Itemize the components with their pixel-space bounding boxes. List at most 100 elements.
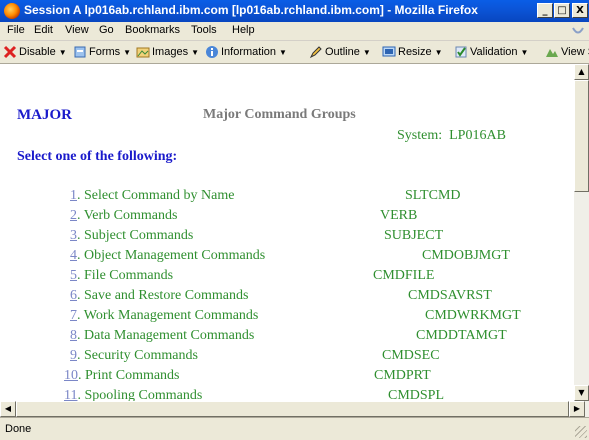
option-label: . Security Commands [77, 348, 198, 363]
outline-label: Outline [325, 46, 360, 58]
images-icon [136, 47, 150, 58]
option-command: CMDOBJMGT [422, 248, 510, 263]
menu-file[interactable]: File [7, 24, 25, 36]
option-number-link[interactable]: 11 [64, 388, 77, 401]
option-command: CMDSPL [388, 388, 445, 401]
option-row: 10. Print Commands [64, 368, 180, 384]
option-row: 6. Save and Restore Commands [70, 288, 248, 304]
system-label: System: [397, 128, 443, 143]
menu-edit[interactable]: Edit [34, 24, 53, 36]
panel-id: MAJOR [17, 107, 72, 123]
menu-go[interactable]: Go [99, 24, 114, 36]
option-number-link[interactable]: 10 [64, 368, 78, 383]
chevron-down-icon: ▼ [123, 47, 132, 57]
information-icon [206, 46, 218, 58]
throbber-icon [572, 27, 584, 34]
status-bar: Done [0, 417, 589, 440]
web-developer-toolbar: Disable ▼ Forms ▼ Images ▼ Information ▼ Out… [0, 41, 589, 64]
option-label: . Print Commands [78, 368, 180, 383]
option-row: 4. Object Management Commands [70, 248, 265, 264]
option-label: . Object Management Commands [77, 248, 266, 263]
outline-menu[interactable]: Outline ▼ [309, 45, 371, 59]
option-command: CMDSEC [382, 348, 440, 363]
horizontal-scroll-thumb[interactable] [16, 401, 569, 417]
option-number-link[interactable]: 1 [70, 188, 77, 203]
vertical-scroll-thumb[interactable] [574, 80, 589, 192]
option-number-link[interactable]: 4 [70, 248, 77, 263]
option-number-link[interactable]: 5 [70, 268, 77, 283]
menu-view[interactable]: View [65, 24, 89, 36]
horizontal-scrollbar[interactable]: ◀ ▶ [0, 401, 589, 417]
close-button[interactable]: X [572, 3, 588, 18]
menu-tools[interactable]: Tools [191, 24, 217, 36]
chevron-down-icon: ▼ [279, 47, 287, 57]
select-prompt: Select one of the following: [17, 149, 178, 164]
system-info: System: LP016AB [397, 128, 506, 144]
option-number-link[interactable]: 8 [70, 328, 77, 343]
chevron-down-icon: ▼ [520, 47, 529, 57]
scroll-up-button[interactable]: ▲ [574, 64, 589, 80]
page-content: MAJOR Major Command Groups System: LP016… [0, 64, 574, 401]
forms-menu[interactable]: Forms ▼ [73, 45, 131, 59]
disable-menu[interactable]: Disable ▼ [3, 45, 67, 59]
option-command: CMDSAVRST [408, 288, 492, 303]
chevron-down-icon: ▼ [191, 47, 199, 57]
pencil-icon [309, 46, 322, 59]
scroll-down-button[interactable]: ▼ [574, 385, 589, 401]
images-menu[interactable]: Images ▼ [136, 45, 199, 59]
option-label: . File Commands [77, 268, 174, 283]
validation-menu[interactable]: Validation ▼ [454, 45, 528, 59]
option-row: 11. Spooling Commands [64, 388, 202, 401]
panel-title: Major Command Groups [203, 107, 356, 122]
vertical-scrollbar[interactable]: ▲ ▼ [574, 64, 589, 401]
option-row: 8. Data Management Commands [70, 328, 254, 344]
resize-icon [382, 46, 396, 57]
firefox-icon [4, 3, 20, 19]
option-label: . Spooling Commands [77, 388, 203, 401]
option-row: 5. File Commands [70, 268, 173, 284]
view-source-icon [546, 49, 558, 57]
option-command: VERB [380, 208, 418, 223]
information-label: Information [221, 46, 277, 58]
option-label: . Select Command by Name [77, 188, 235, 203]
resize-grip-icon[interactable] [575, 426, 587, 438]
menu-bookmarks[interactable]: Bookmarks [125, 24, 180, 36]
option-command: CMDPRT [374, 368, 431, 383]
scroll-left-button[interactable]: ◀ [0, 401, 16, 417]
view-source-menu[interactable]: View S [545, 45, 589, 59]
option-row: 1. Select Command by Name [70, 188, 234, 204]
option-number-link[interactable]: 2 [70, 208, 77, 223]
option-label: . Subject Commands [77, 228, 194, 243]
option-label: . Data Management Commands [77, 328, 255, 343]
option-command: CMDDTAMGT [416, 328, 507, 343]
option-number-link[interactable]: 9 [70, 348, 77, 363]
maximize-button[interactable]: □ [554, 3, 570, 18]
disable-icon [3, 45, 17, 59]
forms-label: Forms [89, 46, 121, 58]
menu-help[interactable]: Help [232, 24, 255, 36]
option-number-link[interactable]: 3 [70, 228, 77, 243]
resize-label: Resize [398, 46, 432, 58]
option-number-link[interactable]: 7 [70, 308, 77, 323]
minimize-button[interactable]: _ [537, 3, 553, 18]
option-row: 7. Work Management Commands [70, 308, 258, 324]
option-label: . Verb Commands [77, 208, 178, 223]
system-name: LP016AB [449, 128, 506, 143]
chevron-down-icon: ▼ [58, 47, 67, 57]
validation-label: Validation [470, 46, 518, 58]
option-command: SUBJECT [384, 228, 444, 243]
option-command: CMDWRKMGT [425, 308, 521, 323]
chevron-down-icon: ▼ [434, 47, 443, 57]
option-number-link[interactable]: 6 [70, 288, 77, 303]
option-label: . Save and Restore Commands [77, 288, 249, 303]
menu-bar: File Edit View Go Bookmarks Tools Help [0, 22, 589, 41]
validation-icon [455, 46, 467, 58]
window-titlebar[interactable]: Session A lp016ab.rchland.ibm.com [lp016… [0, 0, 589, 22]
option-label: . Work Management Commands [77, 308, 259, 323]
scroll-right-button[interactable]: ▶ [569, 401, 585, 417]
status-text: Done [5, 423, 32, 435]
chevron-down-icon: ▼ [362, 47, 371, 57]
option-command: CMDFILE [373, 268, 435, 283]
information-menu[interactable]: Information ▼ [205, 45, 287, 59]
resize-menu[interactable]: Resize ▼ [382, 45, 443, 59]
